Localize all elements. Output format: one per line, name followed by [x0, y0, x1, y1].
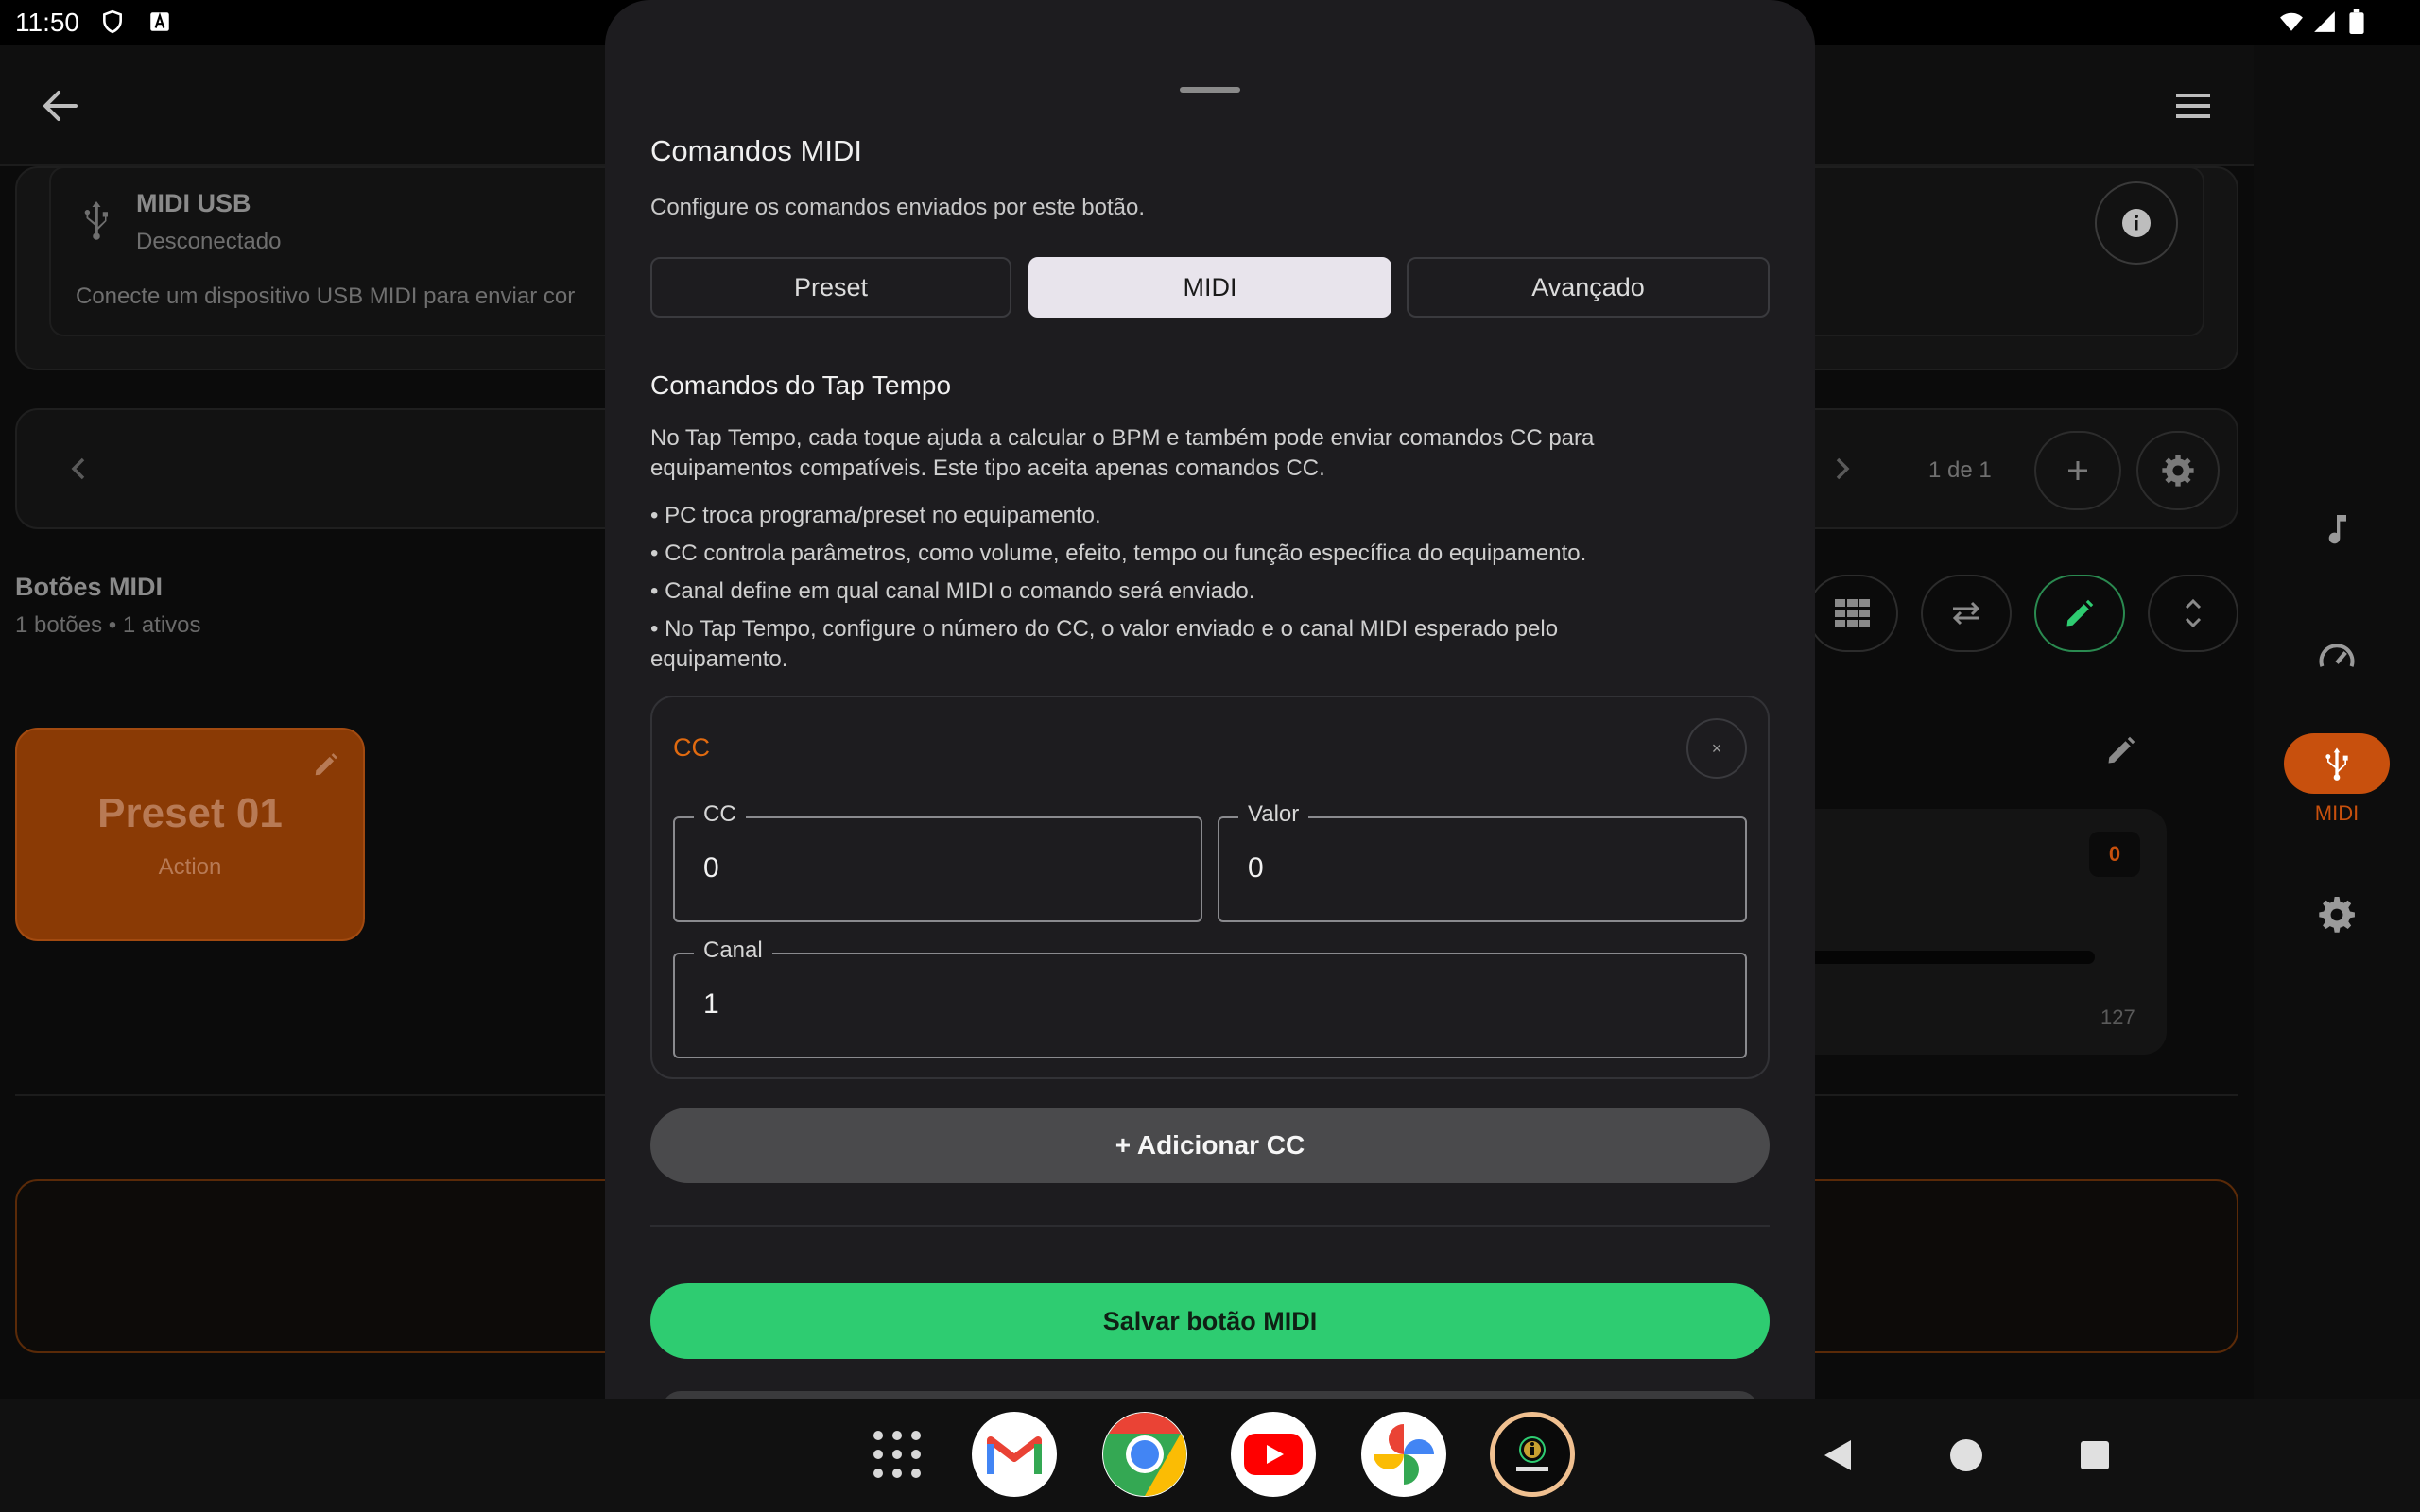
usb-icon [84, 201, 108, 240]
back-button[interactable] [30, 79, 91, 132]
remove-cc-button[interactable]: × [1686, 718, 1747, 779]
tap-tempo-bullet: • Canal define em qual canal MIDI o coma… [650, 578, 1255, 604]
square-recents-icon [2081, 1441, 2109, 1469]
section-subtitle: 1 botões • 1 ativos [15, 612, 201, 638]
arrow-left-icon [43, 91, 78, 121]
app-drawer-button[interactable] [855, 1412, 940, 1497]
menu-button[interactable] [2163, 79, 2223, 132]
section-title: Botões MIDI [15, 573, 164, 601]
gmail-icon [987, 1436, 1042, 1474]
triangle-back-icon [1824, 1440, 1851, 1470]
cc-number-label: CC [694, 801, 746, 828]
music-note-icon [2328, 515, 2346, 544]
swap-icon [1952, 601, 1980, 626]
edit-mode-button[interactable] [2034, 575, 2125, 652]
preset-name: Preset 01 [97, 790, 283, 836]
battery-icon [2349, 9, 2364, 34]
cc-value-label: Valor [1238, 801, 1309, 828]
sheet-title: Comandos MIDI [650, 134, 862, 167]
plus-icon [2068, 461, 2087, 480]
keyboard-a-icon [150, 12, 169, 31]
chevron-left-icon [71, 457, 85, 480]
tab-preset[interactable]: Preset [650, 257, 1011, 318]
tap-tempo-bullet: • PC troca programa/preset no equipament… [650, 503, 1101, 528]
add-page-button[interactable] [2034, 431, 2121, 510]
rail-label-midi: MIDI [2314, 801, 2360, 825]
cc-slider-track[interactable] [1806, 951, 2095, 964]
cc-value-value: 0 [1248, 852, 1264, 884]
pencil-icon[interactable] [2104, 733, 2138, 767]
cc-entry-label: CC [673, 733, 710, 762]
circle-home-icon [1950, 1439, 1982, 1471]
grid-icon [1835, 599, 1870, 627]
pager-prev-button[interactable] [60, 450, 98, 488]
status-time: 11:50 [15, 8, 79, 37]
hamburger-icon [2176, 94, 2210, 118]
gear-icon [2319, 896, 2355, 933]
tab-avancado[interactable]: Avançado [1407, 257, 1770, 318]
nav-back-button[interactable] [1811, 1429, 1864, 1482]
youtube-app[interactable] [1231, 1412, 1316, 1497]
speedometer-icon [2319, 644, 2355, 667]
gear-icon [2162, 455, 2194, 487]
page-settings-button[interactable] [2136, 431, 2220, 510]
photos-app[interactable] [1361, 1412, 1446, 1497]
cc-number-field[interactable] [673, 816, 1202, 922]
signal-icon [2314, 11, 2335, 32]
pager-count: 1 de 1 [1928, 457, 1992, 483]
cc-channel-field[interactable] [673, 953, 1747, 1058]
rail-item-music[interactable] [2284, 499, 2390, 559]
chrome-app[interactable] [1102, 1412, 1187, 1497]
gmail-app[interactable] [972, 1412, 1057, 1497]
youtube-icon [1244, 1434, 1303, 1475]
tap-tempo-bullet: • No Tap Tempo, configure o número do CC… [650, 616, 1559, 672]
midi-usb-description: Conecte um dispositivo USB MIDI para env… [76, 284, 576, 309]
navigation-rail [2254, 45, 2420, 1399]
wifi-icon [2280, 12, 2303, 31]
midi-usb-status: Desconectado [136, 229, 282, 254]
info-button[interactable] [2095, 181, 2178, 265]
cc-channel-label: Canal [694, 937, 772, 964]
expand-button[interactable] [2148, 575, 2238, 652]
sheet-divider [650, 1225, 1770, 1227]
midi-usb-title: MIDI USB [136, 189, 251, 217]
swap-button[interactable] [1921, 575, 2012, 652]
tap-tempo-title: Comandos do Tap Tempo [650, 370, 952, 400]
usb-icon [2325, 747, 2348, 781]
info-icon [2122, 209, 2151, 237]
rail-item-speed[interactable] [2284, 627, 2390, 688]
system-nav-bar [0, 1399, 2420, 1512]
shield-icon [103, 9, 122, 34]
nav-recents-button[interactable] [2068, 1429, 2121, 1482]
rail-item-settings[interactable] [2284, 885, 2390, 945]
preset-action: Action [158, 854, 222, 880]
close-icon: × [1711, 738, 1722, 758]
cc-value-field[interactable] [1218, 816, 1747, 922]
tab-midi[interactable]: MIDI [1028, 257, 1392, 318]
unfold-icon [2185, 598, 2202, 628]
tap-tempo-bullet: • CC controla parâmetros, como volume, e… [650, 541, 1587, 566]
chevron-right-icon [1836, 457, 1850, 480]
tap-tempo-intro: No Tap Tempo, cada toque ajuda a calcula… [650, 425, 1595, 481]
pencil-icon [315, 753, 337, 776]
sheet-subtitle: Configure os comandos enviados por este … [650, 195, 1145, 220]
save-midi-button[interactable]: Salvar botão MIDI [650, 1283, 1770, 1359]
cc-number-value: 0 [703, 852, 719, 884]
pencil-icon [2066, 599, 2094, 627]
pinwheel-icon [1374, 1424, 1434, 1485]
cc-max-label: 127 [2100, 1005, 2135, 1029]
grid-view-button[interactable] [1807, 575, 1898, 652]
rail-item-midi[interactable] [2284, 733, 2390, 794]
icarus-app[interactable] [1490, 1412, 1575, 1497]
sheet-drag-handle[interactable] [1180, 87, 1240, 93]
nav-home-button[interactable] [1940, 1429, 1993, 1482]
add-cc-button[interactable]: + Adicionar CC [650, 1108, 1770, 1183]
icarus-logo-icon [1516, 1436, 1548, 1471]
pager-next-button[interactable] [1823, 450, 1860, 488]
app-grid-icon [873, 1431, 921, 1478]
cc-channel-value: 1 [703, 988, 719, 1020]
chrome-icon [1103, 1413, 1186, 1496]
cc-value-badge: 0 [2089, 832, 2140, 877]
